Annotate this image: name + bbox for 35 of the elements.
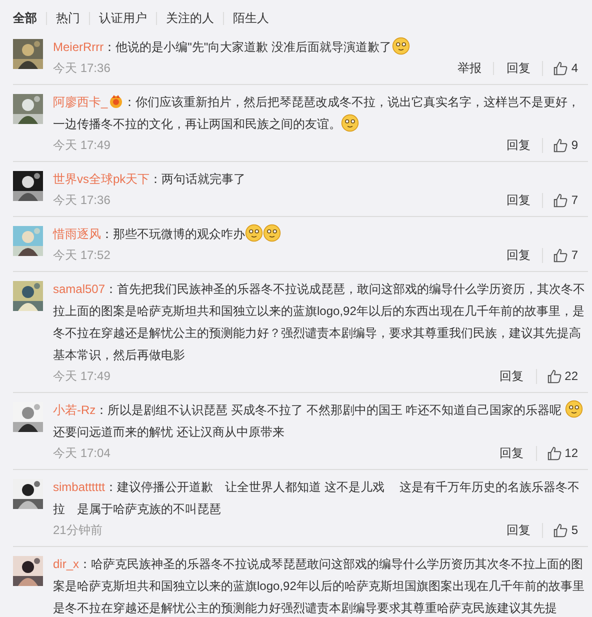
like-count: 9 [571, 138, 578, 152]
comment-time: 今天 17:36 [53, 192, 110, 208]
reply-link[interactable]: 回复 [494, 138, 542, 152]
comment-time: 今天 17:52 [53, 246, 110, 264]
report-link[interactable]: 举报 [445, 62, 494, 74]
comment-time: 今天 17:49 [53, 136, 110, 154]
like-count: 7 [571, 193, 578, 207]
like-count: 12 [564, 446, 578, 460]
comment-text: 世界vs全球pk天下：两句话就完事了 [53, 171, 247, 188]
comment-time: 今天 17:04 [53, 444, 110, 462]
comment-time: 21分钟前 [53, 522, 102, 538]
comment-time: 今天 17:36 [53, 60, 110, 76]
filter-tab[interactable]: 全部 [13, 12, 46, 24]
reply-link[interactable]: 回复 [494, 524, 542, 536]
comment-text: samal507：首先把我们民族神圣的乐器冬不拉说成琵琶，敢问这部戏的编导什么学历资历，其次冬不拉上面的图案是哈萨克斯坦共和国独立以来的蓝旗logo,92年以后的东西出现在几千年前的故事里，是冬不拉在穿越还是解忧公主的预测能力好？强烈谴责本剧编导，要求其尊重我们民族，建议其先提高基本常识，然后再做电影 [53, 281, 586, 364]
filter-tab[interactable]: 认证用户 [89, 12, 156, 24]
like-count: 7 [571, 248, 578, 262]
filter-tab[interactable]: 关注的人 [156, 12, 223, 24]
comment-text: 小若-Rz：所以是剧组不认识琵琶 买成冬不拉了 不然那剧中的国王 咋还不知道自己国家的乐器呢 还要问远道而来的解忧 还让汉商从中原带来 [53, 399, 588, 443]
comment-time: 今天 17:49 [53, 368, 110, 384]
reply-link[interactable]: 回复 [494, 194, 542, 206]
comment-text: 阿廖西卡_ ：你们应该重新拍片，然后把琴琵琶改成冬不拉，说出它真实名字，这样岂不是更好，一边传播冬不拉的文化，再让两国和民族之间的友谊。 [53, 93, 581, 134]
reply-link[interactable]: 回复 [494, 248, 542, 262]
like-count: 4 [571, 61, 578, 75]
reply-link[interactable]: 回复 [488, 446, 536, 460]
filter-tab[interactable]: 陌生人 [223, 12, 278, 24]
reply-link[interactable]: 回复 [493, 62, 542, 74]
filter-tab[interactable]: 热门 [46, 12, 89, 24]
reply-link[interactable]: 回复 [488, 370, 536, 382]
comment-text: MeierRrrr：他说的是小编"先"向大家道歉 没准后面就导演道歉了 [53, 36, 588, 58]
comment-text: dir_x：哈萨克民族神圣的乐器冬不拉说成琴琵琶敢问这部戏的编导什么学历资历其次冬不拉上面的图案是哈萨克斯坦共和国独立以来的蓝旗logo,92年以后的哈萨克斯坦国旗图案出现在几千年前的故事里是冬不拉在穿越还是解忧公主的预测能力好强烈谴责本剧编导要求其尊重哈萨克民族建议其先提 [53, 556, 586, 617]
comment-text: 惜雨逐风：那些不玩微博的观众咋办 [53, 223, 588, 245]
like-count: 5 [571, 523, 578, 537]
comment-text: simbatttttt：建议停播公开道歉 让全世界人都知道 这不是儿戏 这是有千万年历史的名族乐器冬不拉 是属于哈萨克族的不叫琵琶 [53, 479, 581, 518]
like-count: 22 [564, 369, 578, 383]
